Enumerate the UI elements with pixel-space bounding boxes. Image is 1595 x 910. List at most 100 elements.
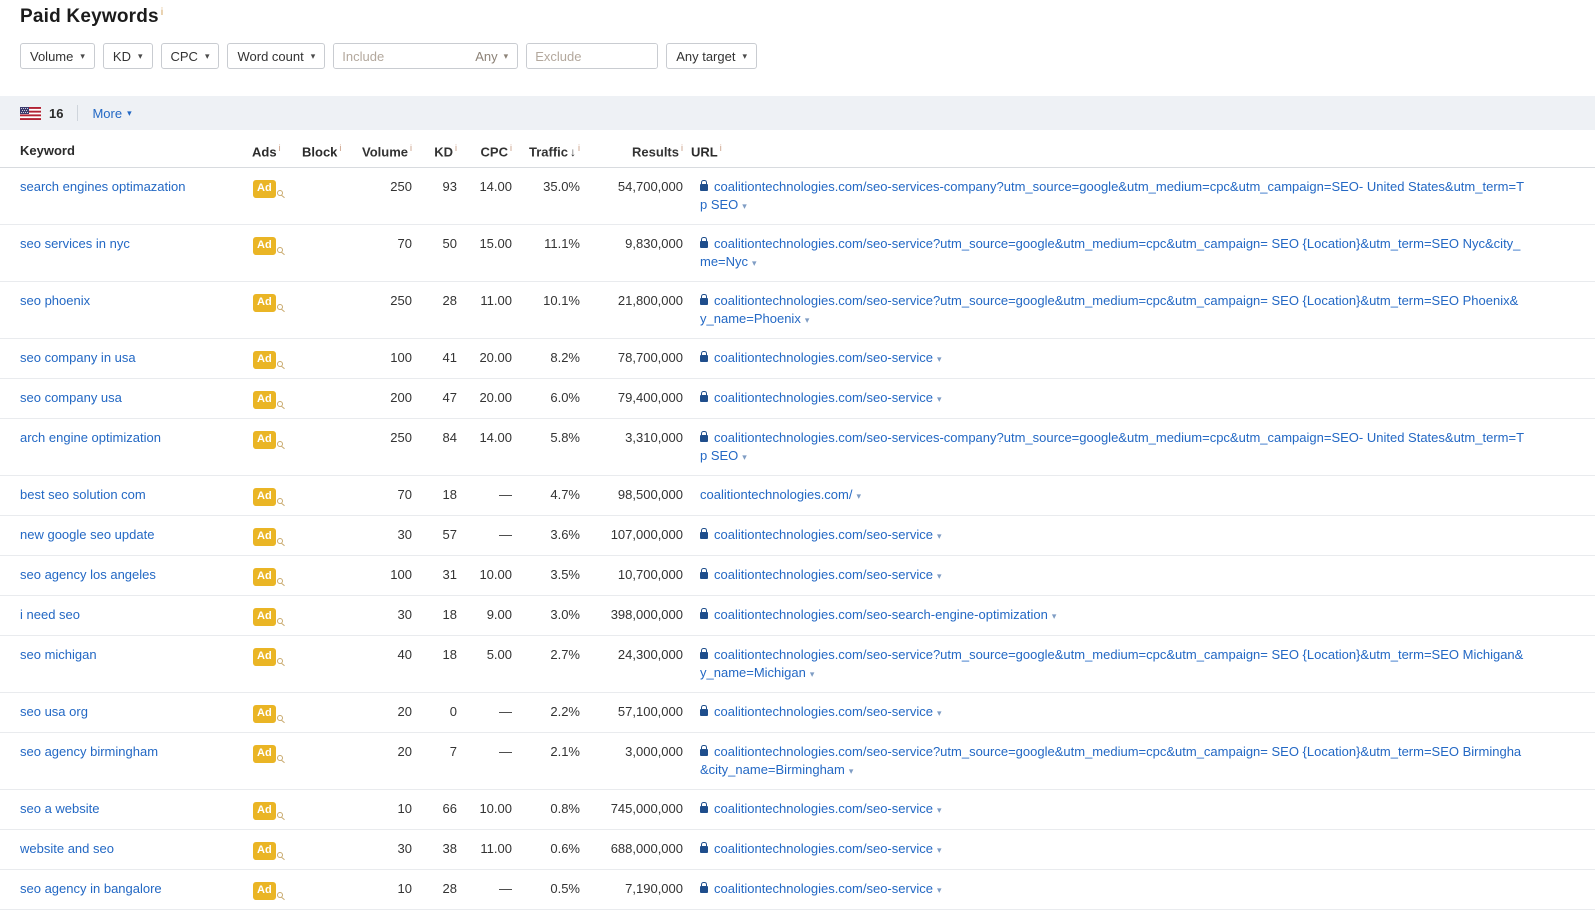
ad-badge[interactable]: Ad bbox=[253, 294, 276, 313]
url-chevron-down-icon[interactable]: ▾ bbox=[1052, 611, 1057, 621]
ads-cell: Ad bbox=[252, 338, 302, 380]
url-chevron-down-icon[interactable]: ▾ bbox=[752, 258, 757, 268]
keyword-link[interactable]: arch engine optimization bbox=[20, 430, 161, 445]
ads-cell: Ad bbox=[252, 555, 302, 597]
header-results[interactable]: Results i bbox=[588, 130, 691, 169]
url-link[interactable]: coalitiontechnologies.com/seo-services-c… bbox=[700, 179, 1524, 212]
url-chevron-down-icon[interactable]: ▾ bbox=[856, 491, 861, 501]
url-link[interactable]: coalitiontechnologies.com/seo-service ▾ bbox=[700, 704, 941, 719]
url-chevron-down-icon[interactable]: ▾ bbox=[849, 766, 854, 776]
url-chevron-down-icon[interactable]: ▾ bbox=[937, 531, 942, 541]
url-chevron-down-icon[interactable]: ▾ bbox=[937, 845, 942, 855]
ad-badge[interactable]: Ad bbox=[253, 882, 276, 901]
ad-badge[interactable]: Ad bbox=[253, 842, 276, 861]
keyword-link[interactable]: i need seo bbox=[20, 607, 80, 622]
keyword-link[interactable]: seo usa org bbox=[20, 704, 88, 719]
header-kd[interactable]: KD i bbox=[420, 130, 465, 169]
block-cell bbox=[302, 378, 360, 420]
header-traffic[interactable]: Traffic ↓ i bbox=[520, 130, 588, 169]
url-link[interactable]: coalitiontechnologies.com/seo-service?ut… bbox=[700, 293, 1518, 326]
url-chevron-down-icon[interactable]: ▾ bbox=[937, 354, 942, 364]
ad-badge[interactable]: Ad bbox=[253, 528, 276, 547]
cpc-cell: 10.00 bbox=[465, 555, 520, 597]
url-link[interactable]: coalitiontechnologies.com/seo-service?ut… bbox=[700, 744, 1521, 777]
url-link[interactable]: coalitiontechnologies.com/seo-services-c… bbox=[700, 430, 1524, 463]
keyword-link[interactable]: seo services in nyc bbox=[20, 236, 130, 251]
ad-badge[interactable]: Ad bbox=[253, 568, 276, 587]
ad-badge[interactable]: Ad bbox=[253, 488, 276, 507]
ad-badge[interactable]: Ad bbox=[253, 648, 276, 667]
keyword-link[interactable]: seo company usa bbox=[20, 390, 122, 405]
table-row: seo michigan Ad 40 18 5.00 2.7% 24,300,0… bbox=[0, 635, 1595, 694]
header-cpc[interactable]: CPC i bbox=[465, 130, 520, 169]
url-link[interactable]: coalitiontechnologies.com/seo-service ▾ bbox=[700, 567, 941, 582]
url-chevron-down-icon[interactable]: ▾ bbox=[937, 571, 942, 581]
ad-badge[interactable]: Ad bbox=[253, 180, 276, 199]
url-link[interactable]: coalitiontechnologies.com/seo-service ▾ bbox=[700, 390, 941, 405]
url-cell: coalitiontechnologies.com/seo-service ▾ bbox=[691, 829, 1595, 871]
ad-badge[interactable]: Ad bbox=[253, 745, 276, 764]
url-link[interactable]: coalitiontechnologies.com/seo-service ▾ bbox=[700, 350, 941, 365]
url-link[interactable]: coalitiontechnologies.com/seo-service ▾ bbox=[700, 801, 941, 816]
ad-badge[interactable]: Ad bbox=[253, 705, 276, 724]
more-countries-button[interactable]: More ▾ bbox=[92, 106, 131, 121]
cpc-filter-button[interactable]: CPC ▾ bbox=[160, 43, 220, 69]
url-link[interactable]: coalitiontechnologies.com/seo-service ▾ bbox=[700, 527, 941, 542]
ad-badge[interactable]: Ad bbox=[253, 608, 276, 627]
volume-cell: 20 bbox=[360, 732, 420, 791]
lock-icon bbox=[700, 802, 708, 814]
header-ads: Ads i bbox=[252, 130, 302, 169]
header-volume[interactable]: Volume i bbox=[360, 130, 420, 169]
ad-badge[interactable]: Ad bbox=[253, 802, 276, 821]
country-tab-us[interactable]: 16 bbox=[20, 106, 63, 121]
ads-cell: Ad bbox=[252, 789, 302, 831]
ad-badge[interactable]: Ad bbox=[253, 351, 276, 370]
keyword-link[interactable]: seo a website bbox=[20, 801, 100, 816]
url-chevron-down-icon[interactable]: ▾ bbox=[937, 885, 942, 895]
exclude-input[interactable] bbox=[527, 44, 658, 68]
ad-badge[interactable]: Ad bbox=[253, 431, 276, 450]
include-match-select[interactable]: Any ▾ bbox=[466, 49, 517, 64]
ads-cell: Ad bbox=[252, 829, 302, 871]
keyword-link[interactable]: website and seo bbox=[20, 841, 114, 856]
traffic-cell: 8.2% bbox=[520, 338, 588, 380]
url-link[interactable]: coalitiontechnologies.com/▾ bbox=[700, 487, 861, 502]
keyword-link[interactable]: best seo solution com bbox=[20, 487, 146, 502]
keyword-link[interactable]: seo agency in bangalore bbox=[20, 881, 162, 896]
target-filter-button[interactable]: Any target ▾ bbox=[666, 43, 757, 69]
volume-cell: 250 bbox=[360, 418, 420, 477]
lock-icon bbox=[700, 745, 708, 757]
ads-cell: Ad bbox=[252, 692, 302, 734]
url-chevron-down-icon[interactable]: ▾ bbox=[937, 805, 942, 815]
keyword-link[interactable]: seo phoenix bbox=[20, 293, 90, 308]
url-text-line2: p SEO bbox=[700, 197, 739, 213]
table-row: i need seo Ad 30 18 9.00 3.0% 398,000,00… bbox=[0, 595, 1595, 637]
url-chevron-down-icon[interactable]: ▾ bbox=[742, 452, 747, 462]
url-link[interactable]: coalitiontechnologies.com/seo-service ▾ bbox=[700, 841, 941, 856]
volume-filter-button[interactable]: Volume ▾ bbox=[20, 43, 95, 69]
keyword-link[interactable]: seo michigan bbox=[20, 647, 97, 662]
ad-badge[interactable]: Ad bbox=[253, 237, 276, 256]
url-chevron-down-icon[interactable]: ▾ bbox=[937, 708, 942, 718]
url-link[interactable]: coalitiontechnologies.com/seo-service?ut… bbox=[700, 236, 1520, 269]
url-link[interactable]: coalitiontechnologies.com/seo-search-eng… bbox=[700, 607, 1056, 622]
word-count-filter-button[interactable]: Word count ▾ bbox=[227, 43, 326, 69]
keyword-link[interactable]: seo agency birmingham bbox=[20, 744, 158, 759]
url-chevron-down-icon[interactable]: ▾ bbox=[937, 394, 942, 404]
url-chevron-down-icon[interactable]: ▾ bbox=[742, 201, 747, 211]
keyword-link[interactable]: new google seo update bbox=[20, 527, 154, 542]
keyword-cell: i need seo bbox=[0, 595, 252, 637]
keyword-link[interactable]: search engines optimazation bbox=[20, 179, 186, 194]
kd-filter-button[interactable]: KD ▾ bbox=[102, 43, 153, 69]
volume-filter-label: Volume bbox=[30, 48, 74, 64]
url-cell: coalitiontechnologies.com/seo-service?ut… bbox=[691, 732, 1595, 791]
results-cell: 24,300,000 bbox=[588, 635, 691, 694]
url-chevron-down-icon[interactable]: ▾ bbox=[805, 315, 810, 325]
url-link[interactable]: coalitiontechnologies.com/seo-service ▾ bbox=[700, 881, 941, 896]
url-chevron-down-icon[interactable]: ▾ bbox=[810, 669, 815, 679]
keyword-link[interactable]: seo company in usa bbox=[20, 350, 136, 365]
include-input[interactable] bbox=[334, 44, 467, 68]
keyword-link[interactable]: seo agency los angeles bbox=[20, 567, 156, 582]
ad-badge[interactable]: Ad bbox=[253, 391, 276, 410]
url-link[interactable]: coalitiontechnologies.com/seo-service?ut… bbox=[700, 647, 1523, 680]
